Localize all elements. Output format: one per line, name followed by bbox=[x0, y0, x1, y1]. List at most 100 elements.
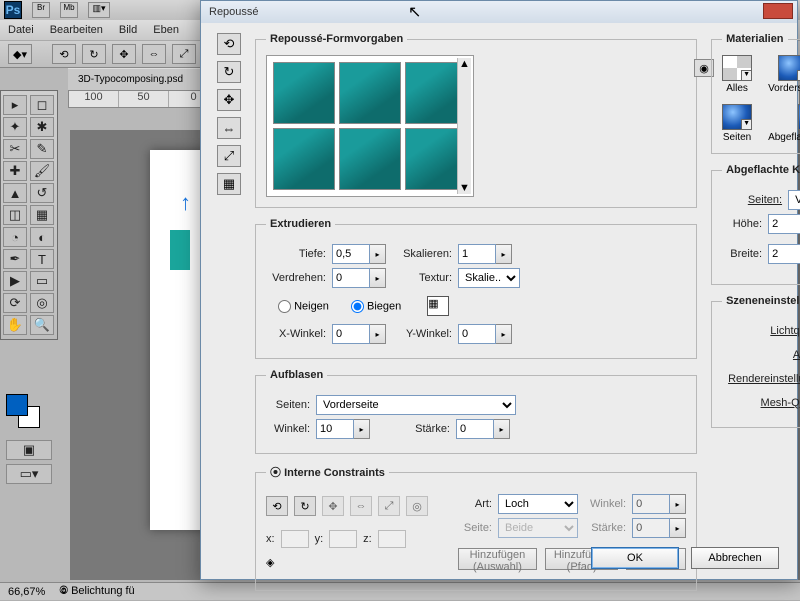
render-label: Rendereinstellungen: bbox=[722, 373, 800, 385]
depth-stepper[interactable]: ▸ bbox=[370, 244, 386, 264]
minibridge-icon[interactable]: Mb bbox=[60, 2, 78, 18]
constraints-collapse-icon[interactable]: ⦿ bbox=[270, 467, 281, 479]
dodge-tool-icon[interactable]: ◐ bbox=[30, 227, 54, 247]
menu-layer[interactable]: Eben bbox=[153, 24, 179, 36]
twist-stepper[interactable]: ▸ bbox=[370, 268, 386, 288]
menu-edit[interactable]: Bearbeiten bbox=[50, 24, 103, 36]
document-tab[interactable]: 3D-Typocomposing.psd bbox=[68, 68, 208, 90]
marquee-tool-icon[interactable]: ◻ bbox=[30, 95, 54, 115]
constraint-tool-4-icon[interactable]: ⇔ bbox=[350, 496, 372, 516]
tilt-radio[interactable]: Neigen bbox=[278, 300, 329, 313]
scale-stepper[interactable]: ▸ bbox=[496, 244, 512, 264]
eraser-tool-icon[interactable]: ◫ bbox=[3, 205, 27, 225]
constraint-type-select[interactable]: Loch bbox=[498, 494, 578, 514]
eyedropper-tool-icon[interactable]: ✎ bbox=[30, 139, 54, 159]
preset-scrollbar[interactable]: ▲▼ bbox=[457, 58, 471, 194]
screen-mode-icon[interactable]: ▥▾ bbox=[88, 2, 110, 18]
3d-rotate-icon[interactable]: ⟳ bbox=[3, 293, 27, 313]
inflate-angle-input[interactable] bbox=[316, 419, 354, 439]
crop-tool-icon[interactable]: ✂ bbox=[3, 139, 27, 159]
gradient-tool-icon[interactable]: ▦ bbox=[30, 205, 54, 225]
mesh-slide-icon[interactable]: ⇔ bbox=[217, 117, 241, 139]
twist-input[interactable] bbox=[332, 268, 370, 288]
option-scale-icon[interactable]: ⤢ bbox=[172, 44, 196, 64]
preset-5[interactable] bbox=[339, 128, 401, 190]
tool-preset-icon[interactable]: ◆▾ bbox=[8, 44, 32, 64]
inflate-strength-input[interactable] bbox=[456, 419, 494, 439]
mesh-pan-icon[interactable]: ✥ bbox=[217, 89, 241, 111]
mesh-scale-icon[interactable]: ⤢ bbox=[217, 145, 241, 167]
preset-4[interactable] bbox=[273, 128, 335, 190]
presets-group: Repoussé-Formvorgaben ▲▼ ◉ bbox=[255, 33, 697, 208]
bevel-width-input[interactable] bbox=[768, 244, 800, 264]
mesh-roll-icon[interactable]: ↻ bbox=[217, 61, 241, 83]
history-brush-icon[interactable]: ↺ bbox=[30, 183, 54, 203]
option-pan-icon[interactable]: ✥ bbox=[112, 44, 136, 64]
presets-legend: Repoussé-Formvorgaben bbox=[266, 33, 407, 45]
yangle-input[interactable] bbox=[458, 324, 496, 344]
stamp-tool-icon[interactable]: ▲ bbox=[3, 183, 27, 203]
constraint-tool-3-icon[interactable]: ✥ bbox=[322, 496, 344, 516]
preset-2[interactable] bbox=[339, 62, 401, 124]
zoom-level[interactable]: 66,67% bbox=[8, 586, 45, 598]
bevel-height-input[interactable] bbox=[768, 214, 800, 234]
mesh-home-icon[interactable]: ▦ bbox=[217, 173, 241, 195]
shape-tool-icon[interactable]: ▭ bbox=[30, 271, 54, 291]
constraint-y-label: y: bbox=[315, 533, 324, 545]
bevel-sides-select[interactable]: Vorderseite bbox=[788, 190, 800, 210]
inflate-strength-stepper[interactable]: ▸ bbox=[494, 419, 510, 439]
constraint-y-input bbox=[329, 530, 357, 548]
preset-1[interactable] bbox=[273, 62, 335, 124]
bend-radio[interactable]: Biegen bbox=[351, 300, 401, 313]
photoshop-logo: Ps bbox=[4, 1, 22, 19]
path-select-icon[interactable]: ▶ bbox=[3, 271, 27, 291]
heal-tool-icon[interactable]: ✚ bbox=[3, 161, 27, 181]
lasso-tool-icon[interactable]: ✦ bbox=[3, 117, 27, 137]
material-front-swatch[interactable]: ▼ bbox=[778, 55, 800, 81]
move-tool-icon[interactable]: ▸ bbox=[3, 95, 27, 115]
depth-input[interactable] bbox=[332, 244, 370, 264]
bridge-icon[interactable]: Br bbox=[32, 2, 50, 18]
yangle-stepper[interactable]: ▸ bbox=[496, 324, 512, 344]
zoom-tool-icon[interactable]: 🔍 bbox=[30, 315, 54, 335]
xangle-stepper[interactable]: ▸ bbox=[370, 324, 386, 344]
close-icon[interactable] bbox=[763, 3, 793, 19]
texture-label: Textur: bbox=[392, 272, 452, 284]
constraint-tool-6-icon[interactable]: ◎ bbox=[406, 496, 428, 516]
extrude-legend: Extrudieren bbox=[266, 218, 335, 230]
add-selection-button[interactable]: Hinzufügen (Auswahl) bbox=[458, 548, 537, 570]
wand-tool-icon[interactable]: ✱ bbox=[30, 117, 54, 137]
quickmask-icon[interactable]: ▣ bbox=[6, 440, 52, 460]
ok-button[interactable]: OK bbox=[591, 547, 679, 569]
constraint-extra-icon[interactable]: ◈ bbox=[266, 556, 294, 569]
type-tool-icon[interactable]: T bbox=[30, 249, 54, 269]
constraint-tool-5-icon[interactable]: ⤢ bbox=[378, 496, 400, 516]
xangle-input[interactable] bbox=[332, 324, 370, 344]
scale-input[interactable] bbox=[458, 244, 496, 264]
inflate-angle-stepper[interactable]: ▸ bbox=[354, 419, 370, 439]
foreground-color[interactable] bbox=[6, 394, 28, 416]
screenmode-icon[interactable]: ▭▾ bbox=[6, 464, 52, 484]
constraint-tool-2-icon[interactable]: ↻ bbox=[294, 496, 316, 516]
menu-file[interactable]: Datei bbox=[8, 24, 34, 36]
option-roll-icon[interactable]: ↻ bbox=[82, 44, 106, 64]
blur-tool-icon[interactable]: ◔ bbox=[3, 227, 27, 247]
hand-tool-icon[interactable]: ✋ bbox=[3, 315, 27, 335]
brush-tool-icon[interactable]: 🖌 bbox=[30, 161, 54, 181]
menu-image[interactable]: Bild bbox=[119, 24, 137, 36]
pen-tool-icon[interactable]: ✒ bbox=[3, 249, 27, 269]
cancel-button[interactable]: Abbrechen bbox=[691, 547, 779, 569]
dialog-titlebar[interactable]: Repoussé bbox=[201, 1, 797, 23]
material-sides-swatch[interactable]: ▼ bbox=[722, 104, 752, 130]
mesh-rotate-icon[interactable]: ⟲ bbox=[217, 33, 241, 55]
materials-legend: Materialien bbox=[722, 33, 787, 45]
material-all-swatch[interactable]: ▼ bbox=[722, 55, 752, 81]
option-slide-icon[interactable]: ⇔ bbox=[142, 44, 166, 64]
constraint-tool-1-icon[interactable]: ⟲ bbox=[266, 496, 288, 516]
option-rotate-icon[interactable]: ⟲ bbox=[52, 44, 76, 64]
texture-select[interactable]: Skalie... bbox=[458, 268, 520, 288]
inflate-sides-select[interactable]: Vorderseite bbox=[316, 395, 516, 415]
bend-origin-icon[interactable]: ▦ bbox=[427, 296, 449, 316]
3d-orbit-icon[interactable]: ◎ bbox=[30, 293, 54, 313]
scale-label: Skalieren: bbox=[392, 248, 452, 260]
